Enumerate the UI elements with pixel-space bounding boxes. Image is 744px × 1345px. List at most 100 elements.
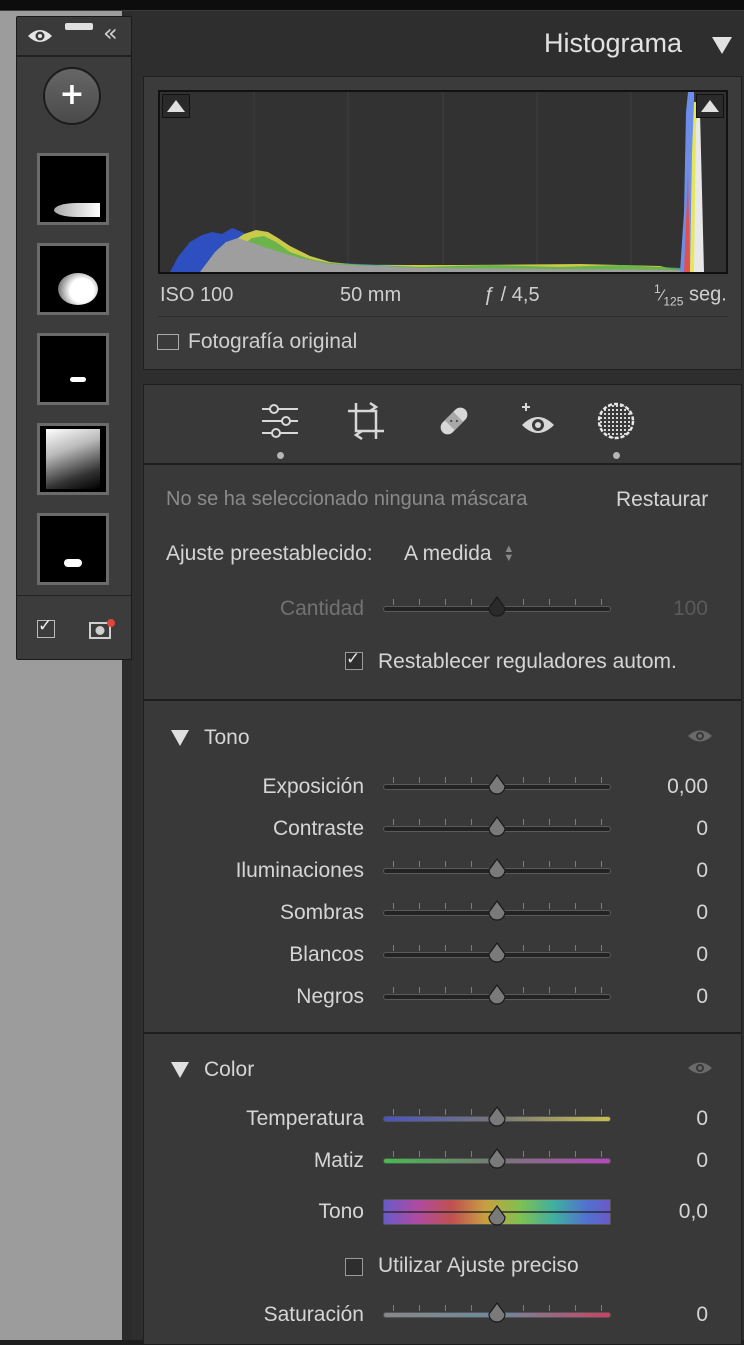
blacks-value[interactable]: 0 — [628, 985, 708, 1009]
color-title[interactable]: Color — [204, 1058, 254, 1082]
highlight-clipping-toggle[interactable] — [696, 94, 724, 118]
slider-tick — [419, 1109, 420, 1115]
saturation-slider-handle[interactable] — [486, 1301, 508, 1324]
tone-collapse-icon[interactable] — [171, 730, 189, 746]
slider-tick — [523, 861, 524, 867]
slider-tick — [419, 945, 420, 951]
slider-tick — [471, 1305, 472, 1311]
histogram-title[interactable]: Histograma — [544, 28, 682, 59]
slider-tick — [549, 987, 550, 993]
mask-thumbnail[interactable] — [37, 513, 109, 585]
contrast-slider-handle[interactable] — [486, 815, 508, 838]
exif-iso: ISO 100 — [160, 284, 234, 306]
fine-adjust-checkbox[interactable] — [345, 1258, 363, 1276]
mask-thumbnail[interactable] — [37, 243, 109, 315]
exposure-value[interactable]: 0,00 — [628, 775, 708, 799]
slider-tick — [523, 945, 524, 951]
color-collapse-icon[interactable] — [171, 1062, 189, 1078]
exif-shutter: 1⁄125 seg. — [654, 282, 727, 309]
slider-tick — [601, 1305, 602, 1311]
slider-tick — [601, 599, 602, 605]
slider-tick — [445, 1109, 446, 1115]
slider-tick — [393, 1109, 394, 1115]
preset-label: Ajuste preestablecido: — [166, 542, 373, 565]
slider-tick — [601, 945, 602, 951]
slider-tick — [549, 861, 550, 867]
reset-button[interactable]: Restaurar — [616, 488, 708, 512]
highlights-slider-handle[interactable] — [486, 857, 508, 880]
slider-tick — [549, 599, 550, 605]
collapse-icon[interactable]: « — [103, 19, 118, 47]
slider-tick — [601, 861, 602, 867]
hue-value[interactable]: 0,0 — [628, 1200, 708, 1224]
shadows-slider-handle[interactable] — [486, 899, 508, 922]
slider-tick — [393, 1305, 394, 1311]
blacks-slider-handle[interactable] — [486, 983, 508, 1006]
slider-tick — [601, 987, 602, 993]
shadows-label: Sombras — [279, 901, 364, 924]
slider-tick — [471, 903, 472, 909]
tone-title[interactable]: Tono — [204, 726, 250, 750]
show-overlay-checkbox[interactable]: ✓ — [37, 616, 55, 638]
exif-focal-length: 50 mm — [340, 284, 402, 306]
slider-tick — [419, 1305, 420, 1311]
masks-panel-footer: ✓ — [17, 595, 131, 660]
temperature-slider-handle[interactable] — [486, 1105, 508, 1128]
mask-thumbnail[interactable] — [37, 423, 109, 495]
amount-value[interactable]: 100 — [628, 597, 708, 621]
original-photo-checkbox[interactable] — [157, 334, 179, 350]
shadow-clipping-toggle[interactable] — [162, 94, 190, 118]
slider-tick — [419, 1151, 420, 1157]
overlay-options-icon[interactable] — [89, 618, 117, 640]
slider-tick — [575, 599, 576, 605]
slider-tick — [419, 819, 420, 825]
amount-slider-handle[interactable] — [486, 595, 508, 618]
slider-tick — [393, 861, 394, 867]
auto-reset-checkbox[interactable] — [345, 649, 363, 670]
contrast-value[interactable]: 0 — [628, 817, 708, 841]
redeye-icon[interactable] — [518, 401, 558, 441]
fine-adjust-label[interactable]: Utilizar Ajuste preciso — [378, 1254, 579, 1278]
whites-value[interactable]: 0 — [628, 943, 708, 967]
histogram-graph[interactable] — [158, 90, 728, 274]
eye-icon[interactable] — [27, 27, 53, 45]
saturation-label: Saturación — [263, 1303, 364, 1326]
mask-thumbnail[interactable] — [37, 153, 109, 225]
preset-value: A medida — [404, 542, 492, 565]
slider-tick — [445, 903, 446, 909]
tint-value[interactable]: 0 — [628, 1149, 708, 1173]
top-bar — [0, 0, 744, 11]
mask-thumbnail[interactable] — [37, 333, 109, 405]
saturation-value[interactable]: 0 — [628, 1303, 708, 1327]
slider-tick — [575, 1151, 576, 1157]
slider-tick — [471, 945, 472, 951]
slider-tick — [549, 777, 550, 783]
tone-visibility-eye-icon[interactable] — [687, 728, 713, 744]
auto-reset-label[interactable]: Restablecer reguladores autom. — [378, 650, 677, 674]
hue-slider-handle[interactable] — [486, 1204, 508, 1227]
add-mask-button[interactable]: + — [43, 67, 101, 125]
highlights-value[interactable]: 0 — [628, 859, 708, 883]
tool-strip — [143, 384, 742, 464]
slider-tick — [523, 819, 524, 825]
temperature-value[interactable]: 0 — [628, 1107, 708, 1131]
histogram-collapse-icon[interactable] — [712, 37, 732, 54]
healing-icon[interactable] — [434, 401, 474, 441]
edit-sliders-icon[interactable] — [260, 401, 300, 441]
color-visibility-eye-icon[interactable] — [687, 1060, 713, 1076]
masking-icon[interactable] — [596, 401, 636, 441]
minimize-icon[interactable] — [65, 23, 93, 30]
slider-tick — [601, 903, 602, 909]
crop-icon[interactable] — [346, 401, 386, 441]
preset-dropdown[interactable]: A medida ▲ ▼ — [404, 542, 514, 566]
slider-tick — [419, 777, 420, 783]
whites-slider-handle[interactable] — [486, 941, 508, 964]
shadows-value[interactable]: 0 — [628, 901, 708, 925]
original-photo-label[interactable]: Fotografía original — [188, 330, 357, 354]
masks-panel-header: « — [17, 17, 131, 57]
slider-tick — [523, 1151, 524, 1157]
exposure-slider-handle[interactable] — [486, 773, 508, 796]
slider-tick — [549, 1151, 550, 1157]
slider-tick — [575, 945, 576, 951]
tint-slider-handle[interactable] — [486, 1147, 508, 1170]
